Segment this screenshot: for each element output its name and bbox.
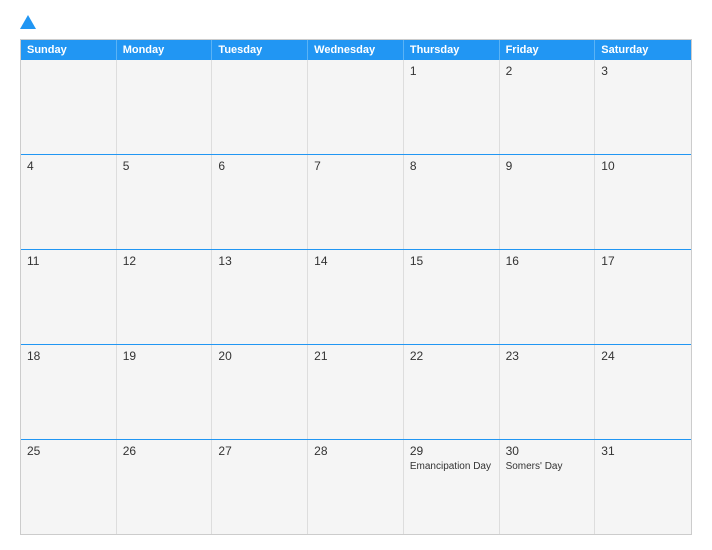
- cal-cell: 20: [212, 345, 308, 439]
- day-number: 16: [506, 254, 589, 268]
- day-of-week-wednesday: Wednesday: [308, 40, 404, 60]
- cal-cell: 2: [500, 60, 596, 154]
- cal-cell: 13: [212, 250, 308, 344]
- cal-cell: 29 Emancipation Day: [404, 440, 500, 534]
- calendar-header: SundayMondayTuesdayWednesdayThursdayFrid…: [21, 40, 691, 60]
- day-number: 3: [601, 64, 685, 78]
- day-number: 29: [410, 444, 493, 458]
- cal-cell: 1: [404, 60, 500, 154]
- logo-blue-text: [20, 15, 39, 29]
- day-number: 26: [123, 444, 206, 458]
- week-row-4: 2526272829Emancipation Day30Somers' Day3…: [21, 440, 691, 534]
- day-number: 12: [123, 254, 206, 268]
- day-number: 13: [218, 254, 301, 268]
- day-number: 17: [601, 254, 685, 268]
- cal-cell: 18: [21, 345, 117, 439]
- week-row-3: 18 19 20 21 22 23 24: [21, 345, 691, 440]
- day-number: 30: [506, 444, 589, 458]
- day-number: 31: [601, 444, 685, 458]
- day-number: 1: [410, 64, 493, 78]
- cal-cell: 16: [500, 250, 596, 344]
- event-label: Somers' Day: [506, 460, 589, 473]
- day-number: 24: [601, 349, 685, 363]
- event-label: Emancipation Day: [410, 460, 493, 473]
- cal-cell: 27: [212, 440, 308, 534]
- day-number: 27: [218, 444, 301, 458]
- day-number: 2: [506, 64, 589, 78]
- cal-cell: 23: [500, 345, 596, 439]
- cal-cell: 6: [212, 155, 308, 249]
- day-number: 6: [218, 159, 301, 173]
- day-number: 7: [314, 159, 397, 173]
- cal-cell: 21: [308, 345, 404, 439]
- week-row-1: 456789 10: [21, 155, 691, 250]
- cal-cell: 10: [595, 155, 691, 249]
- header: [20, 15, 692, 29]
- cal-cell: 17: [595, 250, 691, 344]
- cal-cell: 8: [404, 155, 500, 249]
- day-of-week-monday: Monday: [117, 40, 213, 60]
- cal-cell: 12: [117, 250, 213, 344]
- page: SundayMondayTuesdayWednesdayThursdayFrid…: [0, 0, 712, 550]
- day-of-week-thursday: Thursday: [404, 40, 500, 60]
- cal-cell: 11: [21, 250, 117, 344]
- calendar: SundayMondayTuesdayWednesdayThursdayFrid…: [20, 39, 692, 535]
- day-number: 5: [123, 159, 206, 173]
- week-row-2: 11 12 13 14 15 16 17: [21, 250, 691, 345]
- cal-cell: 9: [500, 155, 596, 249]
- day-of-week-saturday: Saturday: [595, 40, 691, 60]
- cal-cell: 31: [595, 440, 691, 534]
- day-number: 18: [27, 349, 110, 363]
- day-number: 21: [314, 349, 397, 363]
- cal-cell: 25: [21, 440, 117, 534]
- cal-cell: 30 Somers' Day: [500, 440, 596, 534]
- cal-cell: 5: [117, 155, 213, 249]
- cal-cell: 7: [308, 155, 404, 249]
- logo-triangle-icon: [20, 15, 36, 29]
- day-number: 23: [506, 349, 589, 363]
- day-number: 8: [410, 159, 493, 173]
- calendar-body: 1234567891011121314151617181920212223242…: [21, 60, 691, 534]
- cal-cell: [308, 60, 404, 154]
- day-number: 4: [27, 159, 110, 173]
- day-of-week-sunday: Sunday: [21, 40, 117, 60]
- day-number: 14: [314, 254, 397, 268]
- cal-cell: 22: [404, 345, 500, 439]
- cal-cell: 28: [308, 440, 404, 534]
- cal-cell: [21, 60, 117, 154]
- cal-cell: 14: [308, 250, 404, 344]
- day-number: 11: [27, 254, 110, 268]
- cal-cell: 19: [117, 345, 213, 439]
- cal-cell: 26: [117, 440, 213, 534]
- day-number: 20: [218, 349, 301, 363]
- week-row-0: 123: [21, 60, 691, 155]
- day-of-week-tuesday: Tuesday: [212, 40, 308, 60]
- day-number: 25: [27, 444, 110, 458]
- cal-cell: [117, 60, 213, 154]
- day-number: 10: [601, 159, 685, 173]
- day-number: 28: [314, 444, 397, 458]
- day-number: 15: [410, 254, 493, 268]
- day-number: 22: [410, 349, 493, 363]
- cal-cell: [212, 60, 308, 154]
- cal-cell: 4: [21, 155, 117, 249]
- day-number: 9: [506, 159, 589, 173]
- day-number: 19: [123, 349, 206, 363]
- cal-cell: 24: [595, 345, 691, 439]
- cal-cell: 15: [404, 250, 500, 344]
- day-of-week-friday: Friday: [500, 40, 596, 60]
- logo: [20, 15, 39, 29]
- cal-cell: 3: [595, 60, 691, 154]
